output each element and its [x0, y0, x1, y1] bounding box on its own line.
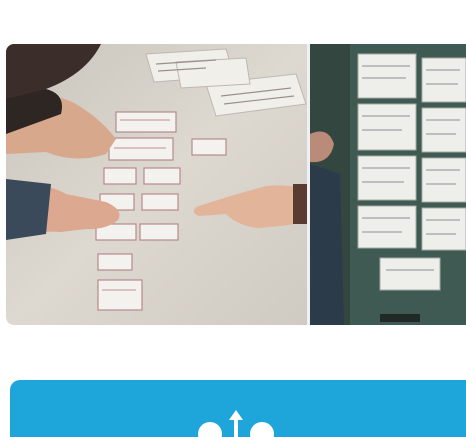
- feature-banner[interactable]: [10, 380, 466, 437]
- photo-gallery: [6, 44, 466, 325]
- workshop-table-photo[interactable]: [6, 44, 307, 325]
- people-share-icon: [180, 410, 300, 437]
- wall-sketches-photo[interactable]: [310, 44, 466, 325]
